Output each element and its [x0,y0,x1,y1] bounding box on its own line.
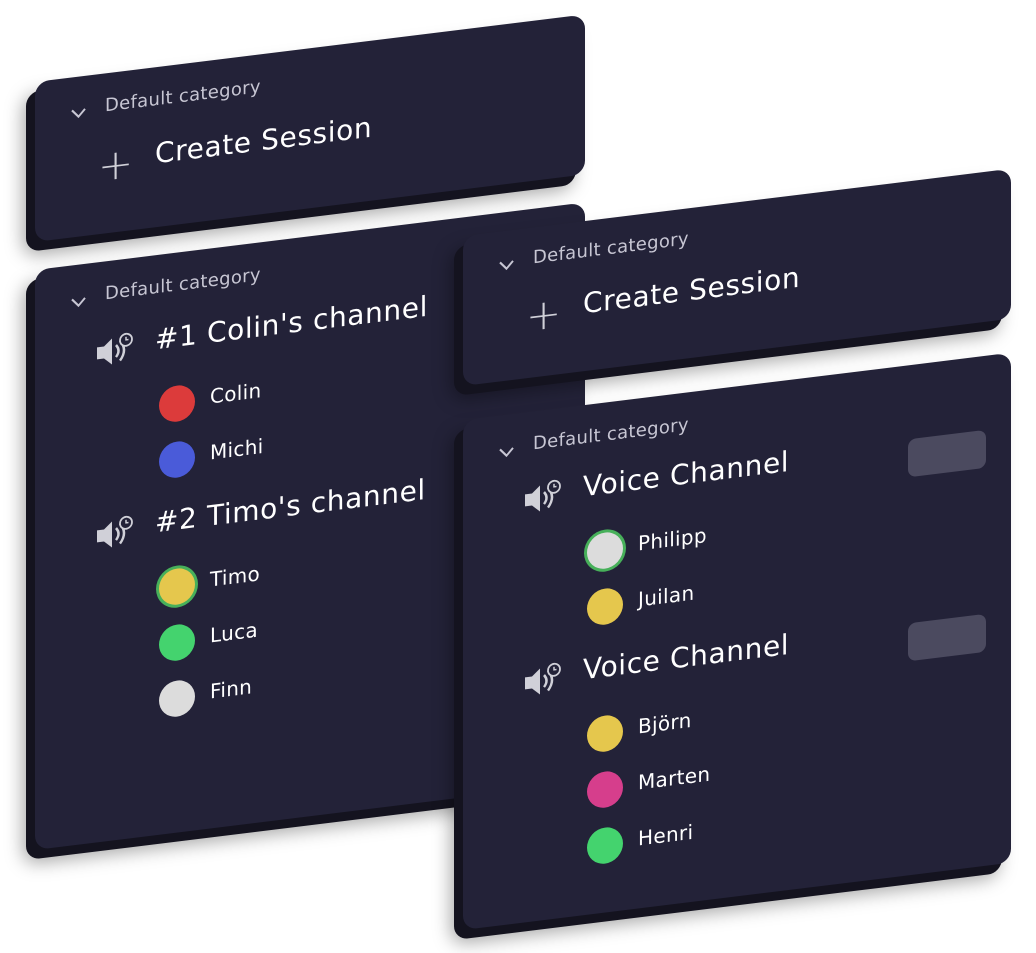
avatar-speaking [587,530,623,571]
category-label: Default category [533,414,689,455]
chevron-down-icon[interactable] [499,447,514,459]
session-panel-top-right: Default category + Create Session [463,168,1011,386]
member-name[interactable]: Marten [638,762,710,795]
avatar [587,586,623,627]
member-name[interactable]: Colin [210,378,262,408]
create-session-button[interactable]: Create Session [155,111,372,171]
voice-channel-timer-icon [97,332,133,365]
member-name[interactable]: Björn [638,708,692,739]
avatar [587,825,623,866]
category-label: Default category [105,264,261,305]
session-panel-top-left: Default category + Create Session [35,14,585,243]
member-name[interactable]: Michi [210,434,264,465]
channel-name[interactable]: #2 Timo's channel [155,473,426,539]
plus-icon[interactable]: + [98,138,133,191]
channel-panel-right: Default category Voice Channel Philipp J… [463,352,1011,930]
member-name[interactable]: Juilan [638,581,694,612]
voice-channel-timer-icon [97,515,133,548]
member-name[interactable]: Henri [638,820,693,851]
category-label: Default category [105,76,261,117]
avatar [159,678,195,719]
avatar-speaking [159,566,195,607]
member-name[interactable]: Timo [210,561,260,591]
avatar [159,622,195,663]
avatar [587,769,623,810]
member-name[interactable]: Philipp [638,523,707,555]
channel-name[interactable]: Voice Channel [583,628,789,686]
category-label: Default category [533,228,689,269]
chevron-down-icon[interactable] [71,108,86,120]
create-session-button[interactable]: Create Session [583,261,800,321]
chevron-down-icon[interactable] [499,260,514,272]
member-name[interactable]: Luca [210,618,258,648]
member-name[interactable]: Finn [210,674,252,703]
avatar [159,383,195,424]
voice-channel-timer-icon [525,479,561,512]
channel-name[interactable]: #1 Colin's channel [155,290,428,357]
plus-icon[interactable]: + [526,288,561,341]
avatar [159,439,195,480]
channel-badge [908,613,986,662]
voice-channel-timer-icon [525,662,561,695]
channel-name[interactable]: Voice Channel [583,445,789,503]
avatar [587,713,623,754]
channel-badge [908,429,986,478]
chevron-down-icon[interactable] [71,297,86,309]
